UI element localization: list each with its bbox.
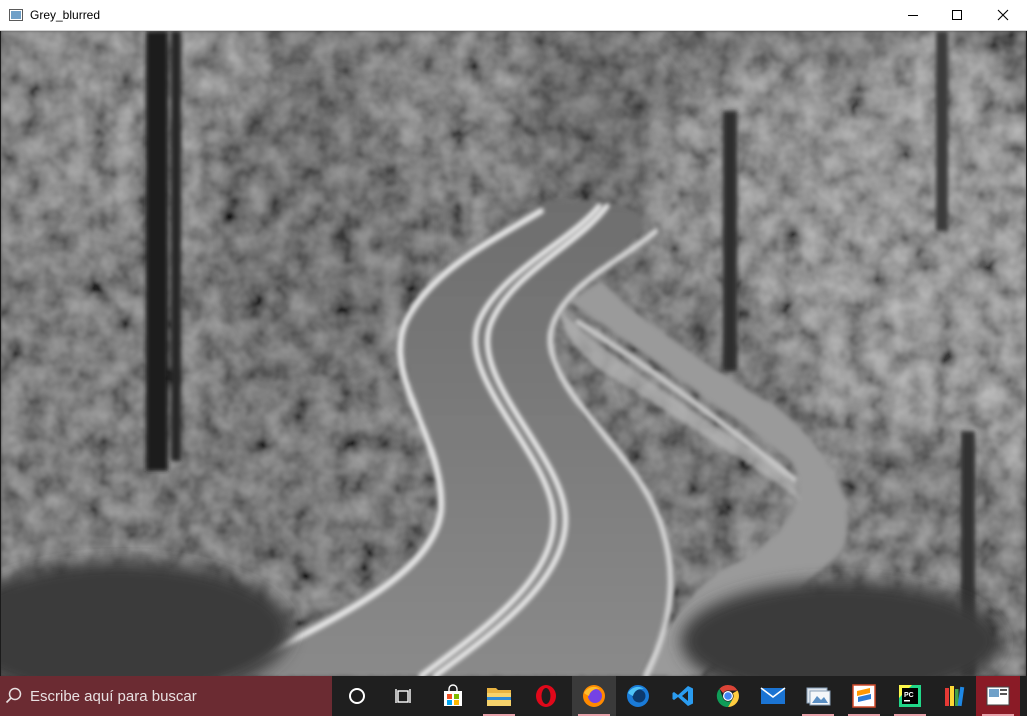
- taskbar-firefox[interactable]: [572, 676, 616, 716]
- minimize-icon: [908, 15, 918, 16]
- title-bar[interactable]: Grey_blurred: [0, 0, 1027, 31]
- mail-icon: [760, 687, 786, 704]
- sublime-icon: [852, 684, 876, 708]
- taskbar-vscode[interactable]: [661, 676, 705, 716]
- search-placeholder: Escribe aquí para buscar: [30, 688, 197, 705]
- close-button[interactable]: [980, 0, 1026, 30]
- taskbar-search-box[interactable]: Escribe aquí para buscar: [0, 676, 332, 716]
- taskbar-mail[interactable]: [751, 676, 795, 716]
- taskbar-books[interactable]: [932, 676, 976, 716]
- taskbar-file-explorer[interactable]: [477, 676, 521, 716]
- store-icon: [444, 684, 462, 706]
- blurred-road-image: [1, 31, 1026, 676]
- taskbar-store[interactable]: [431, 676, 475, 716]
- opera-icon: [536, 685, 556, 707]
- pycharm-icon: PC: [899, 685, 921, 707]
- app-window-icon: [9, 9, 23, 21]
- maximize-button[interactable]: [934, 0, 980, 30]
- cortana-icon: [349, 688, 365, 704]
- window-title: Grey_blurred: [30, 8, 101, 22]
- vscode-icon: [672, 686, 693, 706]
- books-icon: [945, 686, 965, 707]
- taskbar-photos[interactable]: [796, 676, 840, 716]
- chrome-icon: [716, 684, 739, 708]
- taskbar-firefox-developer[interactable]: [616, 676, 660, 716]
- firefox-icon: [583, 685, 605, 707]
- image-window: Grey_blurred: [0, 0, 1027, 676]
- file-explorer-icon: [487, 688, 511, 706]
- task-view-button[interactable]: [382, 676, 426, 716]
- taskbar-pycharm[interactable]: PC: [888, 676, 932, 716]
- photos-icon: [806, 687, 831, 706]
- maximize-icon: [952, 10, 962, 20]
- minimize-button[interactable]: [890, 0, 936, 30]
- close-icon: [997, 9, 1009, 21]
- task-view-icon: [395, 689, 411, 703]
- search-icon: [5, 687, 22, 704]
- svg-text:PC: PC: [904, 692, 914, 699]
- image-viewer-icon: [986, 686, 1010, 706]
- taskbar-sublime[interactable]: [842, 676, 886, 716]
- taskbar-chrome[interactable]: [706, 676, 750, 716]
- taskbar-image-viewer[interactable]: [976, 676, 1020, 716]
- firefox-developer-icon: [627, 685, 649, 707]
- taskbar: Escribe aquí para buscar PC: [0, 676, 1027, 716]
- taskbar-opera[interactable]: [524, 676, 568, 716]
- cortana-button[interactable]: [335, 676, 379, 716]
